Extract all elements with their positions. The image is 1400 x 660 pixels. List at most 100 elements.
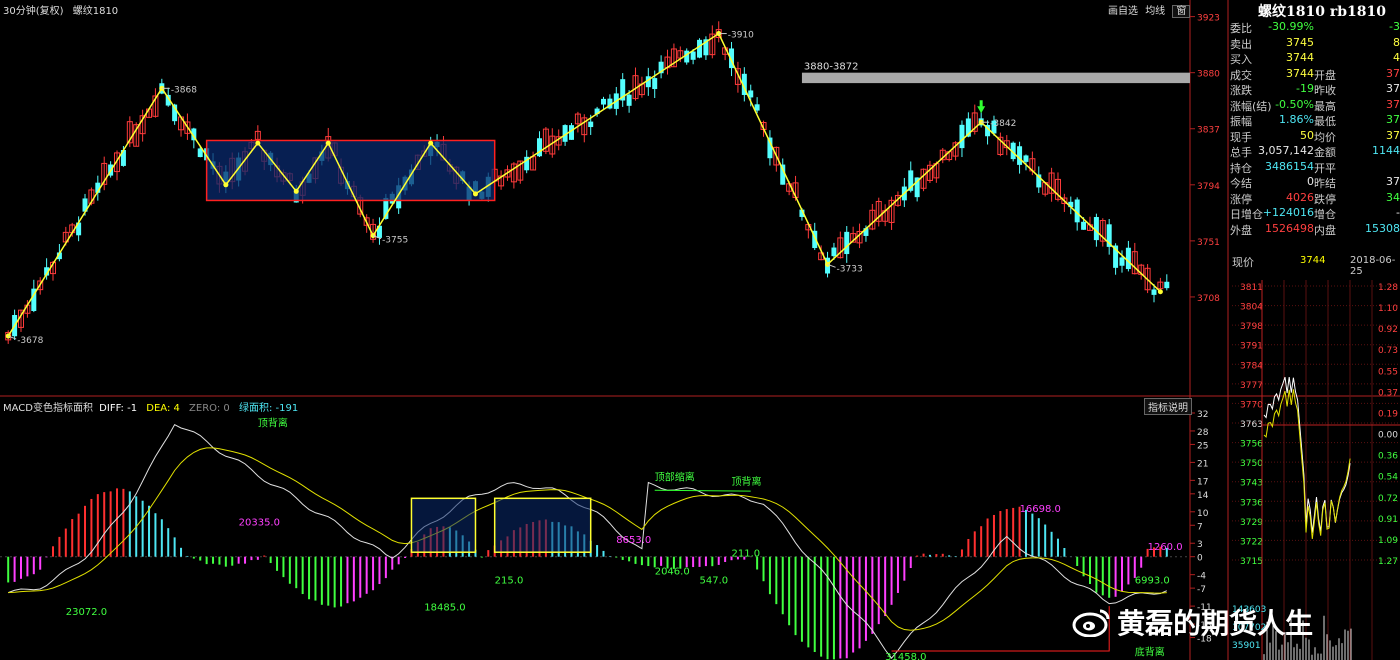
zigzag-label: -3868 (171, 85, 197, 95)
macd-area-label: 18485.0 (424, 603, 465, 614)
intraday-pct-tick: 1.28 (1378, 283, 1398, 293)
quote-row-value: 3486154 (1265, 159, 1314, 173)
candle-body (588, 121, 594, 128)
window-button[interactable]: 窗 (1172, 5, 1191, 18)
zigzag-label: -3842 (990, 119, 1016, 129)
intraday-price-tick: 3798 (1240, 322, 1263, 332)
intraday-price-tick: 3791 (1240, 342, 1263, 352)
intraday-price-tick: 3750 (1240, 459, 1263, 469)
candles-group (5, 21, 1170, 344)
macd-tick-label: -7 (1197, 585, 1206, 595)
quote-row-value: -19 (1296, 82, 1314, 95)
zigzag-point (255, 140, 261, 146)
macd-highlight-box (493, 497, 592, 553)
candle-body (601, 98, 607, 105)
price-tick-label: 3923 (1197, 14, 1220, 24)
intraday-price-tick: 3729 (1240, 518, 1263, 528)
quote-row-value2: 8 (1393, 35, 1400, 49)
quote-row-value2: 15308 (1365, 221, 1400, 235)
divergence-annotation: 底背离 (1135, 646, 1165, 659)
zigzag-label: -3755 (382, 236, 408, 246)
macd-tick-label: 3 (1197, 540, 1203, 550)
quote-title: 螺纹1810 rb1810 (1258, 4, 1386, 20)
now-price-value: 3744 (1300, 255, 1326, 266)
macd-area-label: 20335.0 (239, 517, 280, 528)
intraday-pct-tick: 0.37 (1378, 388, 1398, 398)
intraday-pct-tick: 0.55 (1378, 367, 1398, 377)
intraday-price-tick: 3804 (1240, 303, 1263, 313)
macd-highlight-box (410, 497, 477, 553)
intraday-price-tick: 3784 (1240, 361, 1263, 371)
quote-row: 持仓 3486154 开平 (1230, 159, 1400, 175)
intraday-price-tick: 3763 (1240, 420, 1263, 430)
macd-area-label: 547.0 (700, 576, 729, 587)
zigzag-point (428, 140, 434, 146)
quote-row-value2: 37 (1386, 82, 1400, 95)
quote-row: 今结 0 昨结 37 (1230, 174, 1400, 190)
quote-row: 成交 3744 开盘 37 (1230, 66, 1400, 82)
quote-row: 涨幅(结) -0.50% 最高 37 (1230, 97, 1400, 113)
quote-row-value2: 34 (1386, 190, 1400, 204)
macd-tick-label: -4 (1197, 572, 1206, 582)
macd-area-label: 31458.0 (885, 652, 926, 660)
candle-body (626, 94, 632, 106)
quote-row-value2: 1144 (1372, 144, 1400, 157)
candle-body (690, 51, 696, 60)
macd-tick-label: 10 (1197, 509, 1209, 519)
macd-tick-label: 32 (1197, 410, 1208, 420)
ma-button[interactable]: 均线 (1145, 6, 1165, 17)
quote-row-value2: -3 (1389, 20, 1400, 33)
quote-row-value: 4026 (1286, 190, 1314, 204)
macd-area-label: 2046.0 (655, 567, 690, 578)
chart-toolbar: 画自选 均线 窗 (1108, 2, 1191, 18)
candle-body (1023, 155, 1029, 162)
intraday-avg-line (1263, 389, 1351, 540)
candle-body (1151, 289, 1157, 295)
quote-row-value: 50 (1300, 128, 1314, 142)
indicator-help-button[interactable]: 指标说明 (1144, 398, 1192, 415)
macd-name: MACD变色指标面积 (3, 403, 93, 414)
price-tick-label: 3751 (1197, 238, 1220, 248)
chart-header: 30分钟(复权) 螺纹1810 (3, 2, 118, 17)
macd-area-label: 215.0 (495, 576, 524, 587)
intraday-price-tick: 3811 (1240, 283, 1263, 293)
now-price-label: 现价 (1232, 256, 1254, 269)
divergence-annotation: 顶背离 (732, 475, 762, 488)
resistance-band-label: 3880-3872 (804, 62, 859, 73)
intraday-pct-tick: 0.54 (1378, 473, 1398, 483)
draw-button[interactable]: 画自选 (1108, 6, 1138, 17)
quote-row-value2: 37 (1386, 97, 1400, 111)
candle-body (1017, 146, 1023, 165)
intraday-price-tick: 3756 (1240, 440, 1263, 450)
intraday-volume-label: 35901 (1232, 641, 1261, 651)
macd-dea: DEA: 4 (146, 403, 180, 414)
zigzag-point (223, 182, 229, 188)
divergence-annotation: 顶部缩离 (655, 470, 695, 483)
quote-row-value: +124016 (1262, 206, 1314, 219)
intraday-pct-tick: 1.10 (1378, 304, 1398, 314)
intraday-pct-tick: 1.27 (1378, 557, 1398, 567)
price-tick-label: 3880 (1197, 70, 1220, 80)
watermark: 黄磊的期货人生 (1072, 602, 1313, 642)
quote-row: 涨跌 -19 昨收 37 (1230, 81, 1400, 97)
quote-row-value2: - (1396, 206, 1400, 219)
macd-area-label: 6993.0 (1135, 576, 1170, 587)
macd-tick-label: 17 (1197, 477, 1208, 487)
candle-body (831, 247, 837, 257)
quote-row-value: -30.99% (1268, 20, 1314, 33)
quote-row: 振幅 1.86% 最低 37 (1230, 112, 1400, 128)
price-tick-label: 3708 (1197, 294, 1220, 304)
down-arrow-icon (977, 100, 986, 114)
quote-row: 买入 3744 4 (1230, 50, 1400, 66)
macd-area-label: 1260.0 (1148, 542, 1183, 553)
quote-row-value: 3744 (1286, 51, 1314, 64)
macd-area: 绿面积: -191 (238, 403, 299, 414)
chart-canvas[interactable]: 3923388038373794375137083228252117141073… (0, 0, 1400, 660)
zigzag-label: -3733 (837, 264, 863, 274)
candle-body (844, 231, 850, 255)
macd-tick-label: 14 (1197, 491, 1209, 501)
quote-date: 2018-06-25 (1350, 255, 1396, 277)
quote-row-label: 外盘 (1230, 223, 1252, 237)
candle-body (652, 78, 658, 90)
zigzag-point (325, 140, 331, 146)
